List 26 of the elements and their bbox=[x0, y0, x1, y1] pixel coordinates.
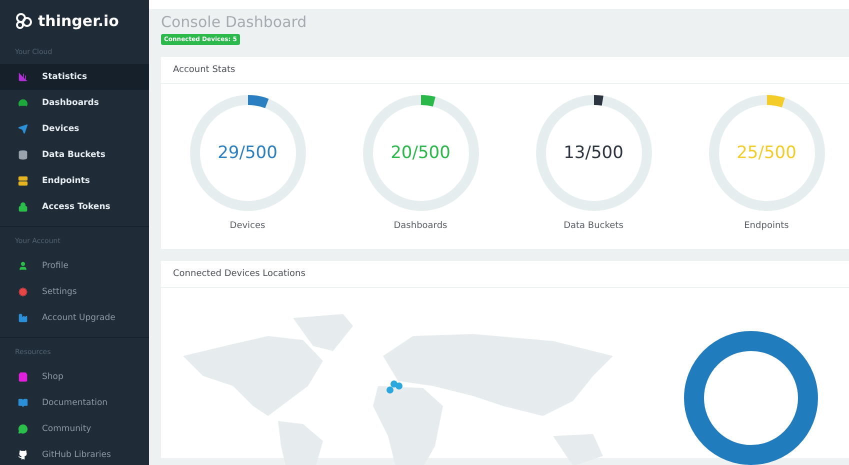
stat-value: 20/500 bbox=[390, 143, 450, 163]
logo-icon bbox=[15, 13, 33, 29]
sidebar-item[interactable]: Endpoints bbox=[0, 168, 149, 194]
sidebar-item[interactable]: Statistics bbox=[0, 64, 149, 90]
sidebar-item[interactable]: Community bbox=[0, 416, 149, 442]
stat-value: 13/500 bbox=[564, 143, 624, 163]
brand-name: thinger.io bbox=[38, 12, 119, 30]
stat-value: 29/500 bbox=[218, 143, 278, 163]
card-title: Account Stats bbox=[173, 65, 236, 75]
stat-label: Devices bbox=[230, 221, 266, 231]
sidebar-item[interactable]: GitHub Libraries bbox=[0, 442, 149, 465]
sidebar-item[interactable]: Dashboards bbox=[0, 90, 149, 116]
sidebar-item[interactable]: Access Tokens bbox=[0, 194, 149, 220]
sidebar-item[interactable]: Profile bbox=[0, 253, 149, 279]
page-title: Console Dashboard bbox=[161, 13, 307, 31]
sidebar-item[interactable]: Account Upgrade bbox=[0, 305, 149, 331]
sidebar-item[interactable]: Devices bbox=[0, 116, 149, 142]
card-title: Connected Devices Locations bbox=[173, 269, 306, 279]
sidebar-item[interactable]: Documentation bbox=[0, 390, 149, 416]
stat-label: Data Buckets bbox=[564, 221, 624, 231]
sidebar-item[interactable]: Data Buckets bbox=[0, 142, 149, 168]
sidebar-item[interactable]: Shop bbox=[0, 364, 149, 390]
stat-value: 25/500 bbox=[736, 143, 796, 163]
stat-label: Dashboards bbox=[394, 221, 448, 231]
stat-label: Endpoints bbox=[744, 221, 789, 231]
sidebar-item[interactable]: Settings bbox=[0, 279, 149, 305]
